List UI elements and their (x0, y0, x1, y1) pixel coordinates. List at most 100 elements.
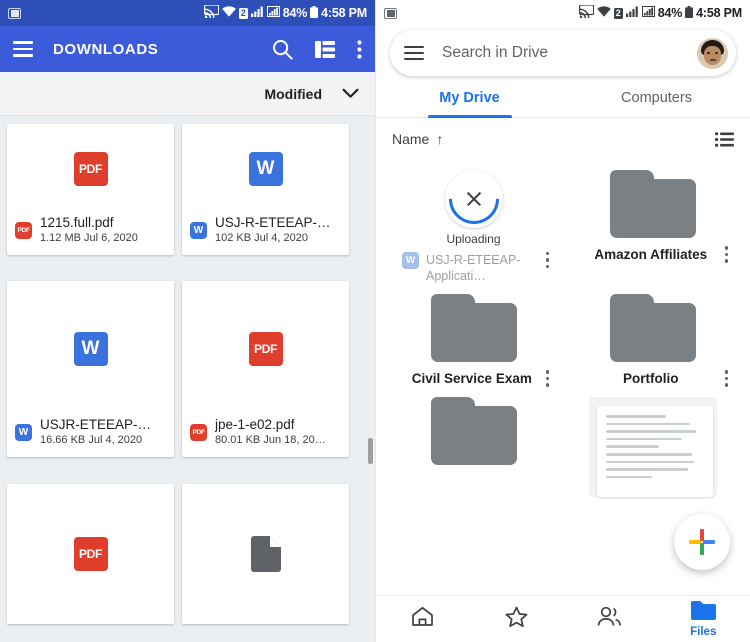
nav-shared[interactable] (563, 606, 657, 632)
word-file-icon: W (190, 221, 207, 239)
clock-time: 4:58 PM (321, 6, 367, 20)
tab-my-drive[interactable]: My Drive (376, 90, 563, 117)
avatar[interactable] (697, 37, 728, 69)
folder-label-row: Portfolio (563, 370, 742, 387)
list-view-icon[interactable] (715, 131, 734, 147)
nav-home[interactable] (376, 606, 470, 632)
more-vert-icon[interactable] (719, 246, 728, 263)
tab-computers[interactable]: Computers (563, 90, 750, 117)
doc-text-line (605, 422, 690, 426)
google-plus-add-icon (689, 529, 715, 555)
file-thumbnail: PDF (182, 281, 349, 416)
battery-icon (310, 5, 319, 21)
file-meta: USJR-ETEEAP-… 16.66 KB Jul 4, 2020 (40, 416, 151, 448)
signal-bars-icon (641, 6, 655, 20)
folder-item[interactable]: Portfolio (563, 284, 742, 387)
folder-body (609, 179, 696, 238)
signal-bars-icon (625, 6, 639, 20)
file-meta: jpe-1-e02.pdf 80.01 KB Jun 18, 20… (215, 416, 326, 448)
folder-name: Amazon Affiliates (594, 247, 708, 262)
chevron-down-icon[interactable] (342, 88, 359, 99)
battery-icon (685, 5, 694, 21)
file-card[interactable]: W W USJ-R-ETEEAP-… 102 KB Jul 4, 2020 (182, 124, 349, 255)
wifi-icon (221, 6, 236, 20)
folder-item[interactable] (384, 387, 563, 505)
search-bar[interactable]: Search in Drive (390, 30, 736, 76)
more-vert-icon[interactable] (540, 370, 549, 387)
nav-files[interactable]: Files (657, 600, 750, 638)
doc-text-line (605, 468, 688, 471)
file-meta: USJ-R-ETEEAP-… 102 KB Jul 4, 2020 (215, 214, 331, 246)
file-card[interactable]: PDF PDF 1215.full.pdf 1.12 MB Jul 6, 202… (7, 124, 174, 255)
file-name: USJR-ETEEAP-… (40, 417, 152, 433)
word-file-icon: W (73, 331, 108, 366)
plus-segment-green (700, 543, 704, 555)
signal-bars-icon (266, 6, 280, 20)
document-item[interactable] (563, 387, 742, 505)
more-vert-icon[interactable] (540, 252, 549, 269)
uploading-item[interactable]: Uploading W USJ-R-ETEEAP-Applicati… (384, 160, 563, 284)
cast-icon (578, 4, 594, 21)
doc-text-line (605, 452, 692, 456)
phone-screen-downloads: 2 84% 4:58 PM DOWNLOADS Modified PDF PDF… (0, 0, 375, 642)
file-card-footer: W USJR-ETEEAP-… 16.66 KB Jul 4, 2020 (7, 416, 174, 457)
generic-file-icon (250, 535, 281, 572)
doc-text-line (605, 445, 660, 448)
nav-starred[interactable] (470, 606, 564, 633)
status-bar-right: 2 84% 4:58 PM (376, 0, 750, 26)
clock-time: 4:58 PM (696, 6, 742, 20)
scrollbar-thumb[interactable] (368, 438, 373, 464)
hamburger-menu-icon[interactable] (13, 41, 33, 57)
add-new-button[interactable] (674, 514, 730, 570)
file-size: 102 KB (215, 232, 252, 244)
vertical-scrollbar[interactable] (368, 116, 373, 642)
search-icon[interactable] (272, 39, 293, 60)
dual-screenshot: 2 84% 4:58 PM DOWNLOADS Modified PDF PDF… (0, 0, 750, 642)
folder-item[interactable]: Civil Service Exam (384, 284, 563, 387)
file-card-footer: PDF jpe-1-e02.pdf 80.01 KB Jun 18, 20… (182, 416, 349, 457)
file-date: Jul 4, 2020 (88, 434, 143, 447)
file-date: Jun 18, 20… (263, 434, 326, 447)
folder-icon (430, 294, 517, 362)
pdf-file-icon: PDF (248, 331, 283, 366)
file-size: 16.66 KB (40, 434, 86, 447)
pdf-file-icon: PDF (15, 221, 32, 239)
upload-status: Uploading (446, 232, 501, 246)
more-vert-icon[interactable] (357, 39, 362, 59)
file-date: Jul 6, 2020 (84, 232, 138, 244)
sort-by-name-label[interactable]: Name (392, 131, 429, 147)
file-name: 1215.full.pdf (40, 215, 114, 230)
sort-bar[interactable]: Modified (0, 72, 375, 116)
file-card[interactable]: PDF PDF jpe-1-e02.pdf 80.01 KB Jun 18, 2… (182, 281, 349, 458)
file-card[interactable] (182, 483, 349, 624)
wifi-icon (596, 6, 611, 20)
phone-screen-google-drive: 2 84% 4:58 PM Search in Drive My Drive C… (375, 0, 750, 642)
folder-icon (609, 170, 696, 238)
file-card[interactable]: PDF (7, 483, 174, 624)
avatar-eye (707, 51, 710, 54)
word-file-icon: W (248, 152, 283, 186)
sort-ascending-icon[interactable]: ↑ (436, 131, 443, 147)
upload-cancel-button[interactable] (438, 163, 509, 235)
avatar-eye (715, 51, 718, 54)
downloads-toolbar: DOWNLOADS (0, 26, 375, 72)
more-vert-icon[interactable] (719, 370, 728, 387)
folder-icon (690, 600, 716, 625)
file-meta: 1215.full.pdf 1.12 MB Jul 6, 2020 (40, 214, 138, 246)
hamburger-menu-icon[interactable] (404, 45, 424, 61)
file-thumbnail: W (182, 124, 349, 214)
folder-item[interactable]: Amazon Affiliates (563, 160, 742, 284)
search-input[interactable]: Search in Drive (442, 44, 697, 62)
shared-people-icon (597, 606, 622, 632)
file-size: 80.01 KB (215, 434, 261, 447)
close-icon[interactable] (465, 190, 483, 208)
file-name: jpe-1-e02.pdf (215, 417, 295, 433)
notification-square-icon (8, 7, 21, 19)
pdf-file-icon: PDF (73, 152, 108, 186)
list-view-icon[interactable] (315, 40, 335, 58)
file-card[interactable]: W W USJR-ETEEAP-… 16.66 KB Jul 4, 2020 (7, 281, 174, 458)
status-bar-icons: 2 84% 4:58 PM (203, 4, 367, 21)
page-title: DOWNLOADS (53, 40, 159, 58)
word-file-icon: W (402, 252, 419, 269)
doc-text-line (605, 460, 694, 464)
